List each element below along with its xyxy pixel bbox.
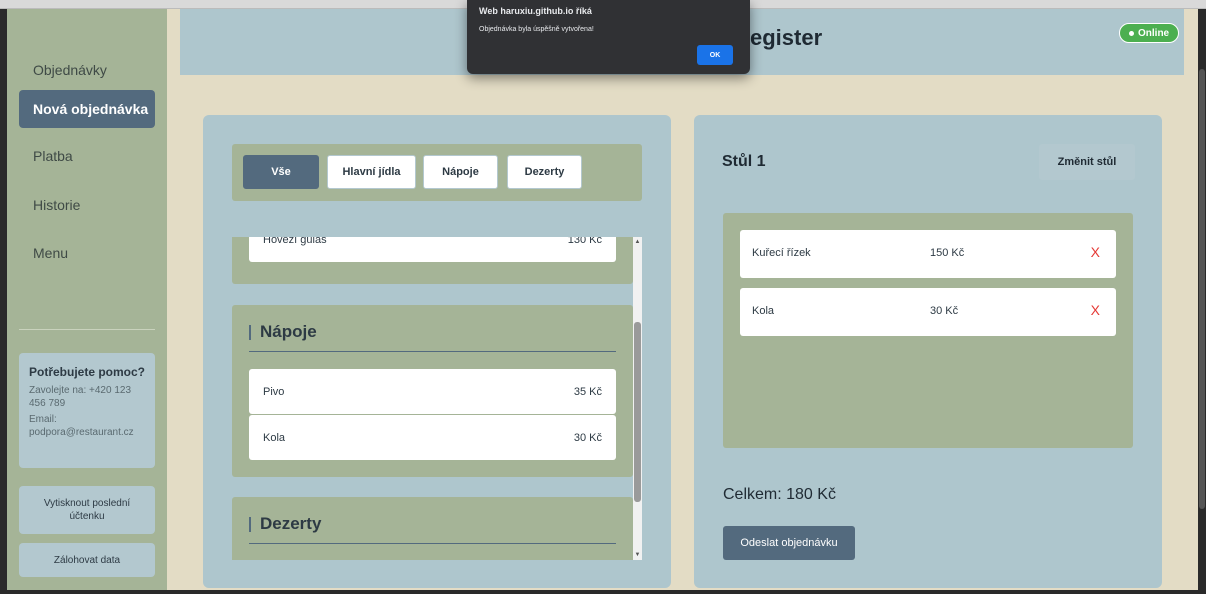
order-item-price: 150 Kč xyxy=(930,247,965,259)
scroll-up-icon[interactable]: ▲ xyxy=(633,237,642,247)
menu-scrollbar[interactable]: ▲ ▼ xyxy=(633,237,642,560)
change-table-button[interactable]: Změnit stůl xyxy=(1039,144,1135,180)
category-title: Dezerty xyxy=(249,514,321,534)
sidebar-item-label: Nová objednávka xyxy=(33,101,149,117)
sidebar-item-history[interactable]: Historie xyxy=(19,186,155,224)
tab-main-dishes[interactable]: Hlavní jídla xyxy=(327,155,416,189)
sidebar-item-payment[interactable]: Platba xyxy=(19,137,155,175)
order-panel: Stůl 1 Změnit stůl Kuřecí řízek 150 Kč X… xyxy=(694,115,1162,588)
change-table-label: Změnit stůl xyxy=(1057,156,1117,168)
page-title: egister xyxy=(750,25,823,50)
sidebar-item-label: Historie xyxy=(33,197,81,213)
print-receipt-button[interactable]: Vytisknout poslední účtenku xyxy=(19,486,155,534)
alert-dialog: Web haruxiu.github.io říká Objednávka by… xyxy=(467,0,750,74)
category-marker xyxy=(249,516,251,532)
menu-item[interactable]: Pivo 35 Kč xyxy=(249,369,616,414)
tab-label: Nápoje xyxy=(442,166,479,178)
scroll-down-icon[interactable]: ▼ xyxy=(633,550,642,560)
tab-label: Vše xyxy=(271,166,291,178)
status-badge: Online xyxy=(1119,23,1180,43)
help-email-label: Email: xyxy=(29,414,57,425)
order-items: Kuřecí řízek 150 Kč X Kola 30 Kč X xyxy=(723,213,1133,448)
order-item-name: Kuřecí řízek xyxy=(752,247,811,259)
help-box: Potřebujete pomoc? Zavolejte na: +420 12… xyxy=(19,353,155,468)
order-item-price: 30 Kč xyxy=(930,305,959,317)
dialog-ok-button[interactable]: OK xyxy=(697,45,733,65)
sidebar-item-label: Platba xyxy=(33,148,73,164)
menu-item-price: 130 Kč xyxy=(567,237,602,246)
sidebar-item-menu[interactable]: Menu xyxy=(19,234,155,272)
sidebar: Objednávky Nová objednávka Platba Histor… xyxy=(7,9,167,590)
tab-all[interactable]: Vše xyxy=(243,155,319,189)
submit-order-button[interactable]: Odeslat objednávku xyxy=(723,526,855,560)
window-edge-left xyxy=(0,9,7,594)
menu-item[interactable]: Hovězí guláš 130 Kč xyxy=(249,237,616,262)
tab-desserts[interactable]: Dezerty xyxy=(507,155,582,189)
tab-drinks[interactable]: Nápoje xyxy=(423,155,498,189)
order-row: Kuřecí řízek 150 Kč X xyxy=(740,230,1116,278)
category-marker xyxy=(249,324,251,340)
remove-item-button[interactable]: X xyxy=(1091,302,1100,318)
sidebar-item-orders[interactable]: Objednávky xyxy=(19,51,155,89)
window-edge-bottom xyxy=(0,590,1206,594)
menu-item-name: Kola xyxy=(263,431,286,444)
submit-order-label: Odeslat objednávku xyxy=(740,537,838,549)
menu-item-name: Hovězí guláš xyxy=(263,237,327,246)
menu-item-price: 35 Kč xyxy=(573,385,602,398)
sidebar-item-new-order[interactable]: Nová objednávka xyxy=(19,90,155,128)
category-block-drinks: Nápoje Pivo 35 Kč Kola 30 Kč xyxy=(232,305,633,477)
menu-item-price: 30 Kč xyxy=(573,431,602,444)
order-row: Kola 30 Kč X xyxy=(740,288,1116,336)
order-item-name: Kola xyxy=(752,305,775,317)
sidebar-item-label: Menu xyxy=(33,245,69,261)
menu-item-name: Pivo xyxy=(263,385,285,398)
sidebar-divider xyxy=(19,329,155,330)
category-underline xyxy=(249,351,616,352)
menu-item[interactable]: Kola 30 Kč xyxy=(249,415,616,460)
page-scrollbar-thumb[interactable] xyxy=(1199,69,1205,509)
dialog-message: Objednávka byla úspěšně vytvořena! xyxy=(479,26,594,33)
menu-list[interactable]: Hovězí guláš 130 Kč Nápoje Pivo 35 Kč Ko… xyxy=(232,237,642,560)
help-title: Potřebujete pomoc? xyxy=(29,365,146,379)
online-dot-icon xyxy=(1129,30,1134,36)
category-block-desserts: Dezerty xyxy=(232,497,633,560)
print-receipt-label: Vytisknout poslední účtenku xyxy=(43,498,131,522)
help-email: podpora@restaurant.cz xyxy=(29,427,134,438)
category-title: Nápoje xyxy=(249,322,317,342)
table-title: Stůl 1 xyxy=(722,153,766,170)
tab-label: Dezerty xyxy=(524,166,565,178)
backup-label: Zálohovat data xyxy=(53,554,121,566)
category-title-text: Nápoje xyxy=(260,322,317,341)
remove-item-button[interactable]: X xyxy=(1091,244,1100,260)
dialog-title: Web haruxiu.github.io říká xyxy=(479,6,592,16)
menu-scrollbar-thumb[interactable] xyxy=(634,322,641,502)
category-title-text: Dezerty xyxy=(260,514,322,533)
page-scrollbar[interactable] xyxy=(1198,9,1206,594)
dialog-ok-label: OK xyxy=(709,51,721,59)
category-underline xyxy=(249,543,616,544)
menu-panel: Vše Hlavní jídla Nápoje Dezerty Hovězí g… xyxy=(203,115,671,588)
sidebar-item-label: Objednávky xyxy=(33,62,107,78)
category-block-main: Hovězí guláš 130 Kč xyxy=(232,237,633,284)
help-phone: Zavolejte na: +420 123 456 789 xyxy=(29,385,132,409)
status-badge-label: Online xyxy=(1138,27,1170,39)
tab-label: Hlavní jídla xyxy=(342,166,401,178)
order-total: Celkem: 180 Kč xyxy=(723,486,836,503)
category-tabs: Vše Hlavní jídla Nápoje Dezerty xyxy=(232,144,642,201)
backup-button[interactable]: Zálohovat data xyxy=(19,543,155,577)
